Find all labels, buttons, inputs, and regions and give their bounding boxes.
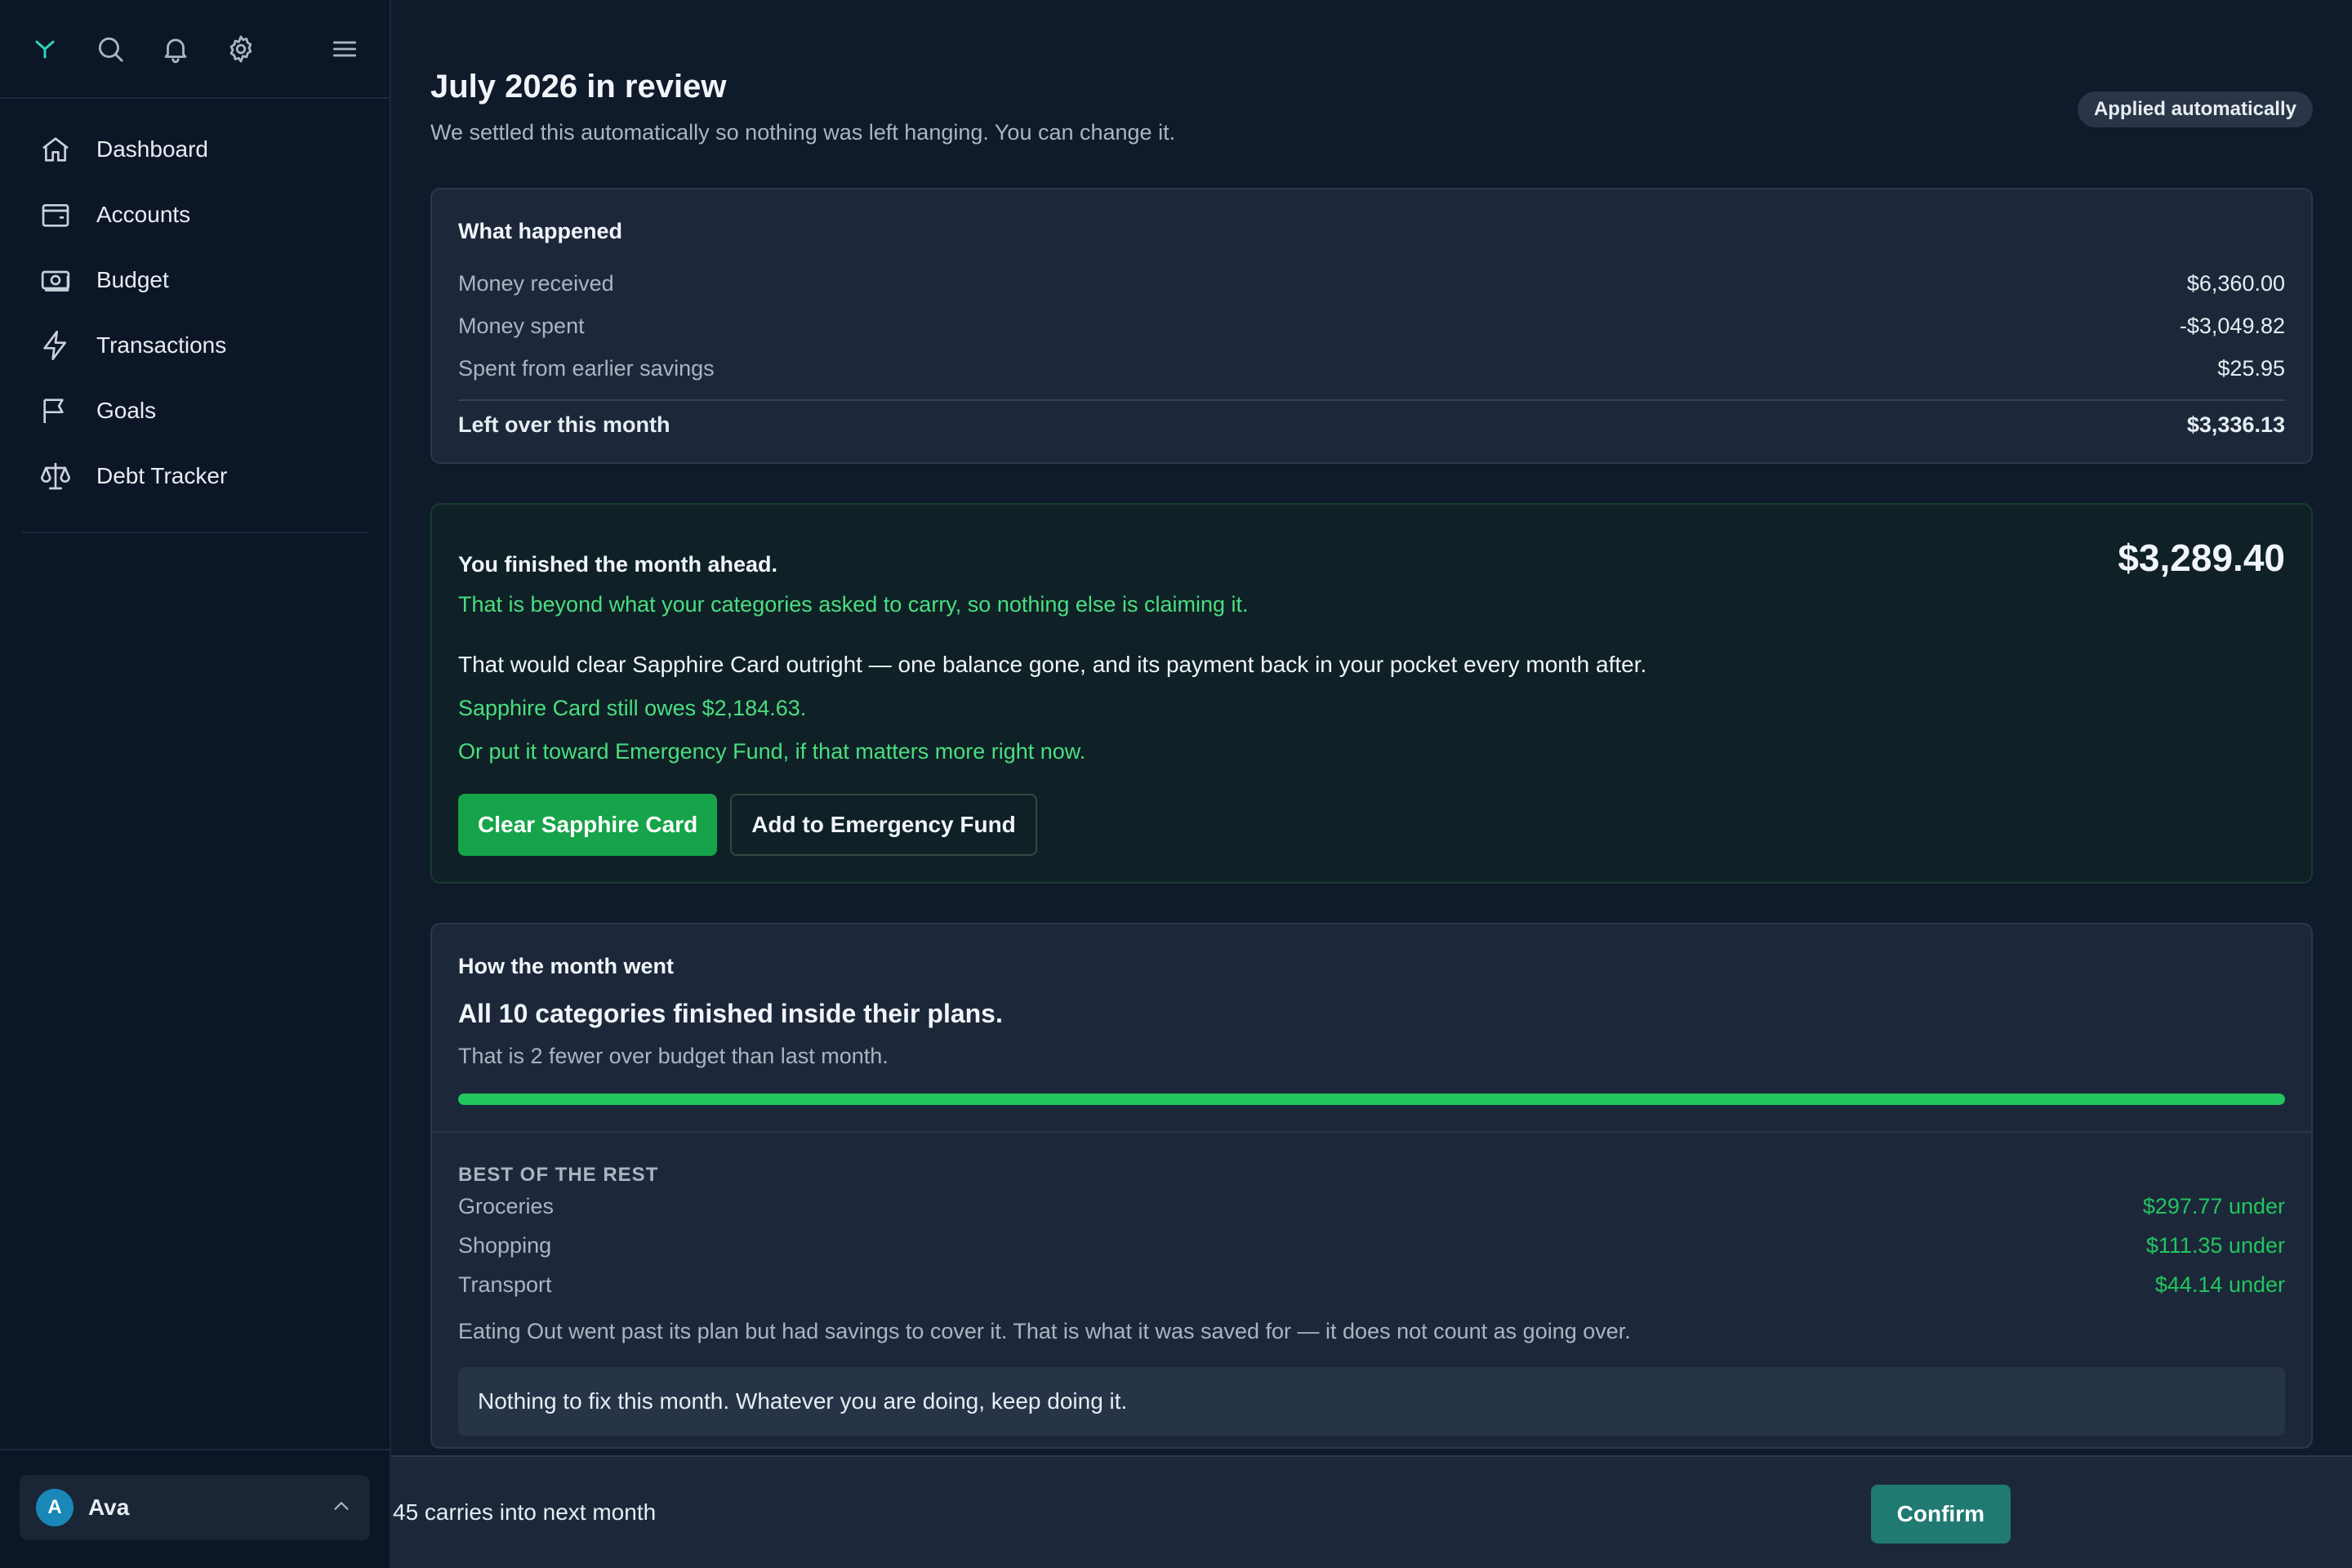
sidebar-item-label: Dashboard [96,136,208,162]
bell-icon[interactable] [152,25,199,73]
sidebar-item-label: Debt Tracker [96,463,228,488]
summary-row: Money received $6,360.00 [458,262,2285,305]
sidebar-item-label: Budget [96,267,169,292]
main-content: July 2026 in review We settled this auto… [391,0,2352,1568]
category-amount: $111.35 under [2145,1232,2285,1258]
summary-value: $25.95 [2217,355,2285,381]
sidebar-item-debt-tracker[interactable]: Debt Tracker [21,443,368,509]
gear-icon[interactable] [217,25,265,73]
surplus-suggestion: That would clear Sapphire Card outright … [458,652,1647,677]
summary-row: Money spent -$3,049.82 [458,305,2285,347]
surplus-title: You finished the month ahead. [458,552,778,577]
money-icon [41,270,70,292]
month-callout: Nothing to fix this month. Whatever you … [458,1367,2285,1436]
summary-title: What happened [458,219,622,243]
total-label: Left over this month [458,412,670,437]
app-root: Dashboard Accounts Budget Transactions G… [0,0,2352,1568]
sidebar-item-transactions[interactable]: Transactions [21,313,368,378]
chevron-up-icon [329,1494,354,1522]
user-menu[interactable]: A Ava [20,1475,370,1540]
nav-divider [21,532,368,533]
flag-icon [43,399,64,423]
summary-label: Money received [458,270,614,296]
user-name: Ava [88,1494,130,1520]
month-details: BEST OF THE REST Groceries $297.77 under… [432,1133,2311,1447]
total-value: $3,336.13 [2186,412,2285,437]
progress-bar [458,1094,2285,1105]
list-item: Shopping $111.35 under [458,1226,2285,1265]
confirm-button[interactable]: Confirm [1870,1485,2011,1544]
avatar: A [36,1489,74,1526]
category-name: Groceries [458,1193,555,1218]
progress-fill [458,1094,2285,1105]
logo-icon[interactable] [21,25,69,73]
list-item: Groceries $297.77 under [458,1187,2285,1226]
month-card: How the month went All 10 categories fin… [430,923,2313,1449]
search-icon[interactable] [87,25,134,73]
page-subtitle: We settled this automatically so nothing… [430,120,1176,145]
category-amount: $44.14 under [2154,1272,2285,1297]
surplus-amount: $3,289.40 [2118,537,2285,579]
sidebar-item-budget[interactable]: Budget [21,247,368,313]
wallet-icon [42,203,69,227]
add-emergency-fund-button[interactable]: Add to Emergency Fund [730,794,1037,856]
summary-value: $6,360.00 [2186,270,2285,296]
sidebar-item-goals[interactable]: Goals [21,378,368,443]
summary-value: -$3,049.82 [2179,313,2285,338]
surplus-actions: Clear Sapphire Card Add to Emergency Fun… [458,794,2285,856]
summary-row: Spent from earlier savings $25.95 [458,347,2285,390]
sidebar-toolbar [0,0,390,99]
category-amount: $297.77 under [2142,1193,2285,1218]
menu-icon[interactable] [321,25,368,73]
sidebar-item-label: Accounts [96,202,191,227]
month-title: How the month went [458,954,674,978]
sidebar-item-label: Transactions [96,332,227,358]
page-title: July 2026 in review [430,69,727,105]
sidebar-item-dashboard[interactable]: Dashboard [21,117,368,182]
content-scroll[interactable]: July 2026 in review We settled this auto… [391,0,2352,1449]
debt-remaining: Sapphire Card still owes $2,184.63. [458,696,807,720]
scale-icon [41,462,70,490]
bolt-icon [43,331,66,360]
sidebar-footer: A Ava [0,1449,390,1568]
sidebar-item-accounts[interactable]: Accounts [21,182,368,247]
category-note: Eating Out went past its plan but had sa… [458,1319,1631,1343]
summary-card: What happened Money received $6,360.00 M… [430,188,2313,464]
sidebar: Dashboard Accounts Budget Transactions G… [0,0,391,1568]
carry-over-text: 45 carries into next month [393,1499,657,1525]
summary-total: Left over this month $3,336.13 [458,399,2285,438]
surplus-subtitle: That is beyond what your categories aske… [458,592,1249,617]
month-headline: All 10 categories finished inside their … [458,999,1003,1028]
alternative-suggestion: Or put it toward Emergency Fund, if that… [458,739,1086,764]
sidebar-nav: Dashboard Accounts Budget Transactions G… [0,99,390,509]
category-name: Transport [458,1272,552,1297]
surplus-card: $3,289.40 You finished the month ahead. … [430,503,2313,884]
section-label: BEST OF THE REST [458,1164,659,1186]
home-icon [42,137,69,162]
bottom-action-bar: 45 carries into next month Confirm [391,1455,2352,1568]
summary-label: Money spent [458,313,585,338]
month-subtitle: That is 2 fewer over budget than last mo… [458,1044,889,1068]
sidebar-item-label: Goals [96,398,157,423]
month-overview: How the month went All 10 categories fin… [432,924,2311,1133]
summary-label: Spent from earlier savings [458,355,715,381]
list-item: Transport $44.14 under [458,1265,2285,1304]
status-badge: Applied automatically [2077,91,2313,127]
clear-card-button[interactable]: Clear Sapphire Card [458,794,718,856]
page-header: July 2026 in review We settled this auto… [430,69,2313,145]
category-name: Shopping [458,1232,552,1258]
